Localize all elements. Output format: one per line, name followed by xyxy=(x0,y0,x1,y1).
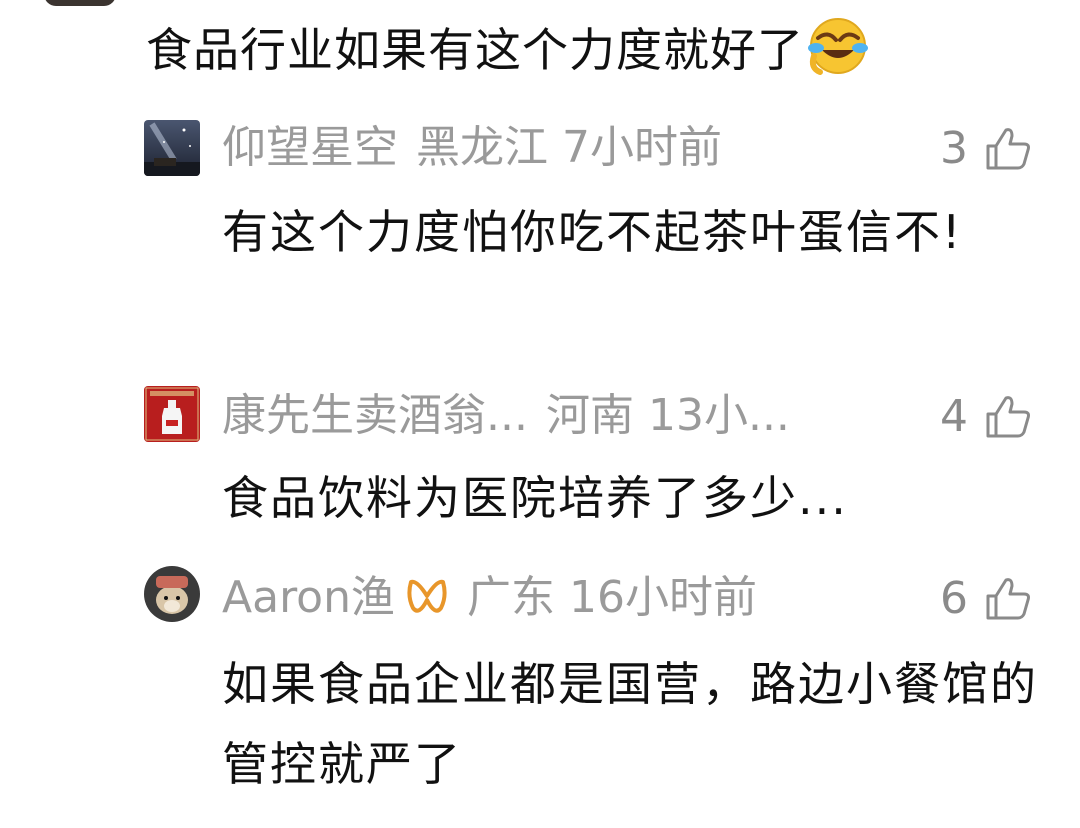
parent-comment: 食品行业如果有这个力度就好了 xyxy=(146,14,868,86)
infinity-badge-icon xyxy=(407,579,447,613)
reply-meta: Aaron渔 广东 16小时前 xyxy=(222,570,775,626)
username[interactable]: Aaron渔 xyxy=(222,572,395,623)
parent-comment-text: 食品行业如果有这个力度就好了 xyxy=(146,23,804,77)
reply-text: 有这个力度怕你吃不起茶叶蛋信不! xyxy=(222,205,963,259)
location: 黑龙江 xyxy=(416,122,548,173)
parent-avatar[interactable] xyxy=(44,0,116,6)
thumbs-up-icon xyxy=(986,128,1030,170)
like-button[interactable]: 4 xyxy=(940,388,1034,444)
reply-text: 如果食品企业都是国营，路边小餐馆的管控就严了 xyxy=(222,657,1038,791)
like-count: 6 xyxy=(940,572,968,624)
like-count: 4 xyxy=(940,390,968,442)
like-button[interactable]: 6 xyxy=(940,570,1034,626)
starry-sky-avatar-image xyxy=(144,120,200,176)
avatar[interactable] xyxy=(144,566,200,622)
timestamp: 16小时前 xyxy=(569,572,757,623)
username[interactable]: 康先生卖酒翁... xyxy=(222,390,528,441)
username[interactable]: 仰望星空 xyxy=(222,122,398,173)
location: 广东 xyxy=(467,572,555,623)
reply-meta: 仰望星空 黑龙江 7小时前 xyxy=(222,120,740,176)
timestamp: 7小时前 xyxy=(562,122,722,173)
like-button[interactable]: 3 xyxy=(940,120,1034,176)
avatar[interactable] xyxy=(144,120,200,176)
location: 河南 xyxy=(545,390,634,441)
reply-text: 食品饮料为医院培养了多少... xyxy=(222,471,848,525)
wine-bottle-avatar-image xyxy=(144,386,200,442)
thumbs-up-icon xyxy=(986,578,1030,620)
reply-meta: 康先生卖酒翁... 河南 13小... xyxy=(222,388,808,444)
dog-avatar-image xyxy=(144,566,200,622)
like-count: 3 xyxy=(940,122,968,174)
timestamp: 13小... xyxy=(647,390,790,441)
avatar[interactable] xyxy=(144,386,200,442)
thumbs-up-icon xyxy=(986,396,1030,438)
crying-laughing-emoji-icon xyxy=(808,18,868,75)
